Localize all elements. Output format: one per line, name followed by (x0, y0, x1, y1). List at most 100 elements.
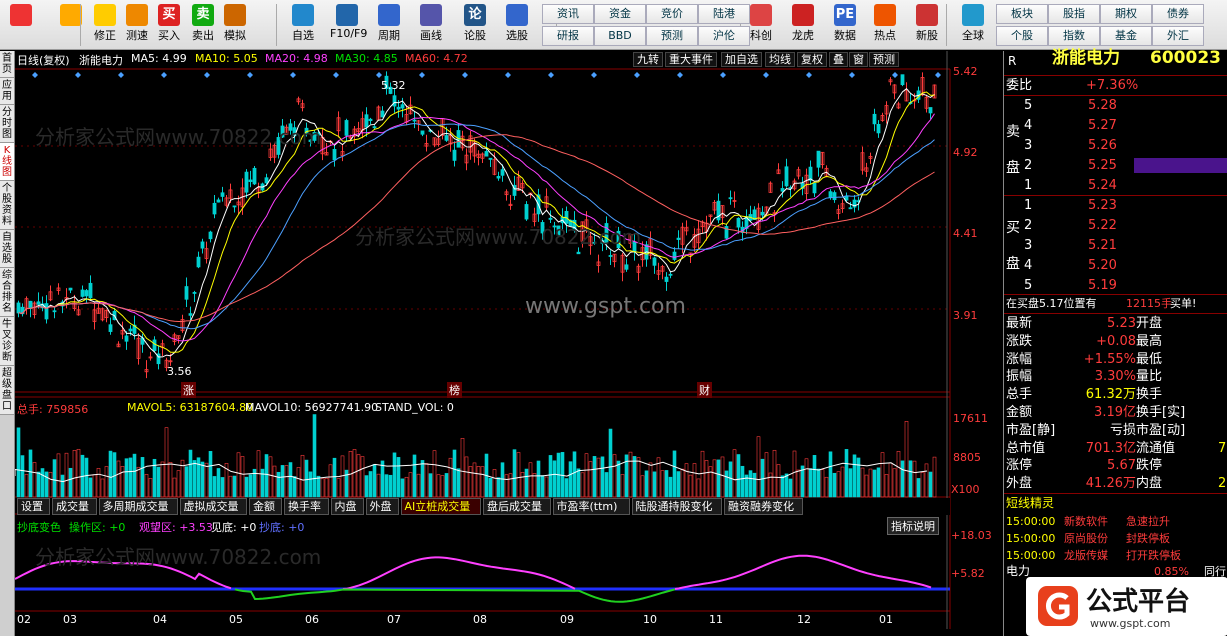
candle-body (208, 231, 213, 240)
quick-button[interactable]: 资讯 (542, 4, 594, 24)
kline-chart-area[interactable]: 日线(复权) 浙能电力 MA5: 4.99 MA10: 5.05 MA20: 4… (15, 51, 1002, 636)
sprite-row[interactable]: 15:00:00 龙版传媒 打开跌停板 (1004, 547, 1227, 564)
left-tab[interactable]: 综合排名 (0, 268, 14, 317)
quick-button[interactable]: 基金 (1100, 26, 1152, 46)
volume-bar (724, 470, 729, 498)
hammer-button[interactable]: 模拟 (218, 2, 252, 48)
back-arrow-button[interactable] (54, 2, 88, 48)
quick-button[interactable]: 外汇 (1152, 26, 1204, 46)
volume-bar (908, 460, 913, 498)
chart-header-button[interactable]: 窗 (849, 52, 868, 67)
quick-button[interactable]: 预测 (646, 26, 698, 46)
up-down-button[interactable]: 修正 (88, 2, 122, 48)
quick-button[interactable]: 个股 (996, 26, 1048, 46)
indicator-tab[interactable]: 盘后成交量 (483, 498, 551, 515)
volume-bar (604, 472, 609, 498)
quick-button[interactable]: 指数 (1048, 26, 1100, 46)
volume-bar (620, 474, 625, 498)
fire-button[interactable]: 热点 (868, 2, 902, 48)
event-diamond-icon (935, 72, 941, 78)
candle-body (220, 192, 225, 197)
indicator-tab[interactable]: 金额 (249, 498, 282, 515)
indicator-tab[interactable]: 陆股通持股变化 (631, 498, 722, 515)
left-tab[interactable]: 应用 (0, 78, 14, 105)
quick-button[interactable]: 股指 (1048, 4, 1100, 24)
volume-bar (444, 473, 449, 498)
chart-header-button[interactable]: 叠 (829, 52, 848, 67)
dragon-button[interactable]: 龙虎 (786, 2, 820, 48)
indicator-tab[interactable]: 虚拟成交量 (179, 498, 247, 515)
indicator-tab[interactable]: 多周期成交量 (98, 498, 178, 515)
chart-header-button[interactable]: 均线 (765, 52, 795, 67)
up-down-icon (94, 4, 116, 26)
star-button[interactable]: 自选 (286, 2, 320, 48)
quick-button[interactable]: BBD (594, 26, 646, 46)
volume-bar (452, 449, 457, 498)
stat-label2: 开盘 (1136, 316, 1163, 331)
quick-button[interactable]: 陆港 (698, 4, 750, 24)
left-tab[interactable]: 分时图 (0, 105, 14, 143)
quick-button[interactable]: 沪伦 (698, 26, 750, 46)
volume-bar (408, 472, 413, 498)
left-tab[interactable]: 自选股 (0, 230, 14, 268)
left-tab[interactable]: 超级盘口 (0, 366, 14, 415)
indicator-tab[interactable]: 融资融券变化 (724, 498, 803, 515)
quick-button[interactable]: 研报 (542, 26, 594, 46)
pen-button[interactable]: 画线 (414, 2, 448, 48)
chart-header-button[interactable]: 九转 (633, 52, 663, 67)
left-tab[interactable]: 牛叉诊断 (0, 317, 14, 366)
month-label: 10 (643, 613, 657, 626)
stat-value2: 7 (1218, 440, 1227, 456)
chart-header-button[interactable]: 预测 (869, 52, 899, 67)
globe-button[interactable]: 全球 (956, 2, 990, 48)
event-marker[interactable]: 财 (697, 382, 712, 398)
indicator-tab[interactable]: 换手率 (284, 498, 329, 515)
ask-row: 5 5.28 (1004, 97, 1227, 114)
left-tab[interactable]: K线图 (0, 143, 14, 181)
pe-button[interactable]: PE 数据 (828, 2, 862, 48)
indicator-tab[interactable]: 外盘 (365, 498, 399, 515)
indicator-tab[interactable]: 成交量 (52, 498, 97, 515)
candle-body (192, 292, 197, 294)
indicator-tab[interactable]: 内盘 (330, 498, 364, 515)
chart-header-button[interactable]: 重大事件 (665, 52, 717, 67)
discuss-button[interactable]: 论论股 (458, 2, 492, 48)
indicator-help-button[interactable]: 指标说明 (887, 517, 939, 535)
quick-button[interactable]: 板块 (996, 4, 1048, 24)
candle-body (332, 148, 337, 161)
newstock-button[interactable]: 新股 (910, 2, 944, 48)
candle-body (380, 110, 385, 118)
mavol10-label: MAVOL10: 56927741.90 (245, 401, 379, 414)
indicator-name[interactable]: 抄底变色 (17, 519, 61, 535)
volume-bar (660, 470, 665, 498)
select-button[interactable]: 选股 (500, 2, 534, 48)
quick-button[interactable]: 资金 (594, 4, 646, 24)
grid-button[interactable] (4, 2, 38, 48)
clock-button[interactable]: 测速 (120, 2, 154, 48)
chart-button[interactable]: 周期 (372, 2, 406, 48)
low-price-annotation: 3.56 (167, 365, 192, 378)
quick-button[interactable]: 竞价 (646, 4, 698, 24)
quick-button[interactable]: 期权 (1100, 4, 1152, 24)
indicator-tab[interactable]: 市盈率(ttm) (552, 498, 630, 515)
chart-header-button[interactable]: 加自选 (721, 52, 762, 67)
indicator-tab[interactable]: AI立桩成交量 (400, 498, 481, 515)
sprite-row[interactable]: 15:00:00 新数软件 急速拉升 (1004, 513, 1227, 530)
stat-row: 总市值 701.3亿 流通值 7 (1004, 440, 1227, 457)
volume-bar (840, 466, 845, 498)
event-marker[interactable]: 涨 (181, 382, 196, 398)
sprite-row[interactable]: 15:00:00 原尚股份 封跌停板 (1004, 530, 1227, 547)
buy-button[interactable]: 买买入 (152, 2, 186, 48)
toolbar-label: 买入 (158, 29, 180, 42)
chart-header-button[interactable]: 复权 (797, 52, 827, 67)
sprite-title[interactable]: 短线精灵 (1006, 495, 1054, 512)
left-tab[interactable]: 个股资料 (0, 181, 14, 230)
quick-button[interactable]: 债券 (1152, 4, 1204, 24)
event-marker[interactable]: 榜 (447, 382, 462, 398)
volume-bar (520, 471, 525, 498)
sell-button[interactable]: 卖卖出 (186, 2, 220, 48)
indicator-tab[interactable]: 设置 (17, 498, 50, 515)
stat-row: 涨幅 +1.55% 最低 (1004, 351, 1227, 368)
doc-button[interactable]: F10/F9 (330, 2, 367, 48)
left-tab[interactable]: 首页 (0, 51, 14, 78)
